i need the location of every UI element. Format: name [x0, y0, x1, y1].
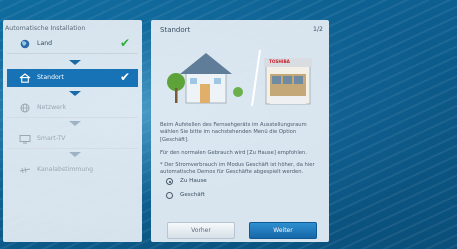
check-icon: ✔ [119, 70, 130, 84]
step-smart-tv-label: Smart-TV [37, 135, 66, 142]
home-illustration-icon [167, 53, 243, 104]
installation-steps-panel: Automatische Installation Land ✔ Standor… [3, 20, 142, 242]
option-zu-hause-label: Zu Hause [180, 178, 207, 184]
step-kanalabstimmung-label: Kanalabstimmung [37, 166, 94, 173]
location-illustration: TOSHIBA [160, 44, 322, 114]
step-arrow-icon [69, 121, 81, 126]
step-smart-tv[interactable]: Smart-TV [7, 130, 138, 149]
back-button[interactable]: Vorher [167, 222, 235, 239]
option-geschaeft-label: Geschäft [180, 192, 205, 198]
step-standort[interactable]: Standort ✔ [7, 69, 138, 87]
smart-tv-icon [19, 134, 31, 144]
step-land-label: Land [37, 40, 53, 47]
step-arrow-icon [69, 152, 81, 157]
step-netzwerk-label: Netzwerk [37, 104, 67, 111]
info-paragraph-2: Für den normalen Gebrauch wird [Zu Hause… [160, 150, 307, 156]
step-kanalabstimmung[interactable]: Kanalabstimmung [7, 161, 138, 179]
page-indicator: 1/2 [313, 26, 323, 33]
globe-icon [19, 39, 31, 49]
step-netzwerk[interactable]: Netzwerk [7, 99, 138, 118]
store-illustration-icon [264, 58, 312, 105]
panel-title: Standort [160, 26, 191, 34]
step-standort-label: Standort [37, 74, 64, 81]
step-land[interactable]: Land ✔ [7, 35, 138, 54]
store-sign-text: TOSHIBA [269, 59, 290, 64]
antenna-icon [19, 165, 31, 175]
network-globe-icon [19, 103, 31, 113]
info-paragraph-3: * Der Stromverbrauch im Modus Geschäft i… [160, 162, 315, 176]
step-arrow-icon [69, 60, 81, 65]
info-paragraph-1: Beim Aufstellen des Fernsehgeräts im Aus… [160, 122, 307, 143]
check-icon: ✔ [119, 36, 130, 50]
steps-panel-title: Automatische Installation [5, 25, 86, 32]
step-arrow-icon [69, 91, 81, 96]
radio-selected-icon [166, 178, 173, 185]
radio-unselected-icon [166, 192, 173, 199]
next-button[interactable]: Weiter [249, 222, 317, 239]
location-panel: Standort 1/2 TOSHIBA Beim Aufstellen des… [151, 20, 329, 242]
house-icon [19, 73, 31, 83]
